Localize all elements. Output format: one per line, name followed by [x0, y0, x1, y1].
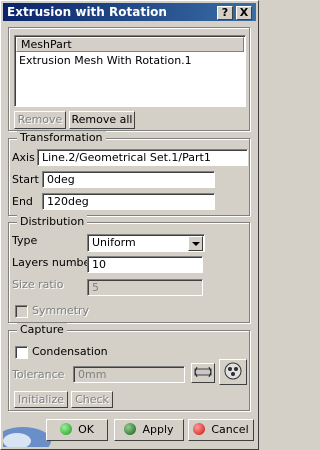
title-bar[interactable]: Extrusion with Rotation ? X: [3, 3, 256, 21]
end-label: End: [12, 195, 33, 208]
size-ratio-field[interactable]: 5: [87, 279, 203, 296]
end-field[interactable]: 120deg: [42, 193, 215, 210]
remove-all-button[interactable]: Remove all: [69, 111, 135, 129]
cancel-icon: [193, 423, 206, 435]
cancel-label: Cancel: [211, 423, 249, 436]
apply-label: Apply: [142, 423, 174, 436]
distribution-title: Distribution: [17, 215, 88, 228]
size-ratio-label: Size ratio: [12, 278, 64, 291]
type-select[interactable]: Uniform: [87, 234, 205, 252]
start-label: Start: [12, 173, 39, 186]
axis-field[interactable]: Line.2/Geometrical Set.1/Part1: [37, 149, 248, 166]
meshpart-list[interactable]: MeshPart Extrusion Mesh With Rotation.1: [14, 35, 246, 107]
axis-label: Axis: [12, 151, 35, 164]
capture-sphere-icon[interactable]: [219, 359, 247, 385]
remove-button[interactable]: Remove: [14, 111, 66, 129]
ok-button[interactable]: OK: [46, 419, 108, 441]
symmetry-checkbox[interactable]: [15, 305, 28, 318]
chevron-down-icon[interactable]: [188, 236, 203, 251]
dialog-window: Extrusion with Rotation ? X MeshPart Ext…: [0, 0, 259, 450]
tolerance-field[interactable]: 0mm: [73, 366, 185, 383]
list-item[interactable]: Extrusion Mesh With Rotation.1: [19, 54, 192, 68]
help-button[interactable]: ?: [217, 6, 233, 20]
apply-icon: [124, 423, 137, 435]
tolerance-label: Tolerance: [12, 368, 65, 381]
start-field[interactable]: 0deg: [42, 171, 215, 188]
condensation-checkbox[interactable]: [15, 346, 28, 359]
measure-icon[interactable]: [191, 363, 215, 383]
layers-number-label: Layers number: [12, 256, 95, 269]
transformation-title: Transformation: [17, 131, 106, 144]
close-button[interactable]: X: [236, 6, 252, 20]
initialize-button[interactable]: Initialize: [14, 391, 68, 408]
cancel-button[interactable]: Cancel: [188, 419, 254, 441]
ok-label: OK: [78, 423, 94, 436]
capture-title: Capture: [17, 323, 67, 336]
condensation-label: Condensation: [32, 345, 108, 358]
type-select-value: Uniform: [92, 236, 136, 249]
ok-icon: [60, 423, 73, 435]
list-header: MeshPart: [16, 37, 244, 52]
apply-button[interactable]: Apply: [114, 419, 184, 441]
layers-number-field[interactable]: 10: [87, 256, 203, 273]
check-button[interactable]: Check: [71, 391, 113, 408]
symmetry-label: Symmetry: [32, 304, 90, 317]
type-label: Type: [12, 234, 38, 247]
window-title: Extrusion with Rotation: [7, 5, 167, 19]
